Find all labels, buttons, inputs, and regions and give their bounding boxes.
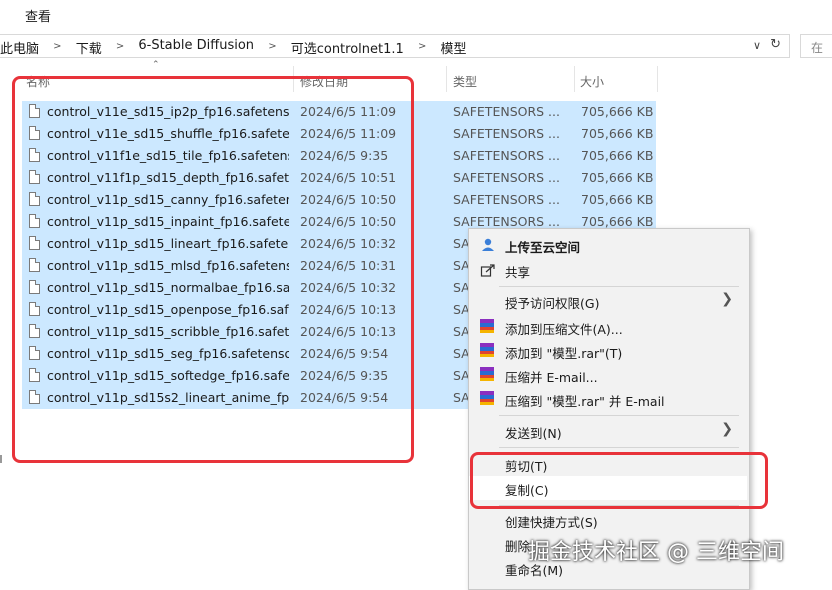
- watermark: 掘金技术社区 @ 三维空间: [528, 540, 784, 565]
- crumb-controlnet[interactable]: 可选controlnet1.1: [291, 38, 404, 57]
- file-size: 705,666 KB: [581, 214, 654, 229]
- crumb-models[interactable]: 模型: [440, 38, 466, 57]
- menu-label: 创建快捷方式(S): [505, 515, 598, 530]
- file-type: SAFETENSORS ...: [453, 148, 560, 163]
- column-divider[interactable]: [574, 66, 575, 92]
- crumb-this-pc[interactable]: 此电脑: [0, 38, 39, 57]
- menu-item-share[interactable]: 共享: [469, 258, 747, 282]
- pane-edge-marker: [0, 455, 2, 463]
- winrar-icon: [480, 343, 496, 359]
- chevron-down-icon[interactable]: ∨: [753, 39, 761, 52]
- menu-label: 添加到压缩文件(A)...: [505, 322, 623, 337]
- file-type: SAFETENSORS ...: [453, 104, 560, 119]
- address-bar[interactable]: 此电脑 > 下载 > 6-Stable Diffusion > 可选contro…: [0, 34, 790, 58]
- menu-label: 删除: [505, 539, 531, 554]
- file-type: SAFETENSORS ...: [453, 126, 560, 141]
- menu-item-grant-access[interactable]: 授予访问权限(G) ❯: [469, 289, 747, 313]
- breadcrumb: 此电脑 > 下载 > 6-Stable Diffusion > 可选contro…: [0, 38, 466, 57]
- chevron-right-icon[interactable]: >: [418, 38, 426, 55]
- menu-label: 发送到(N): [505, 426, 562, 441]
- search-input[interactable]: 在: [800, 34, 832, 58]
- menu-item-upload-cloud[interactable]: 上传至云空间: [469, 233, 747, 257]
- column-header-type[interactable]: 类型: [453, 73, 477, 90]
- search-placeholder: 在: [811, 41, 824, 55]
- menu-item-add-rar[interactable]: 添加到 "模型.rar"(T): [469, 339, 747, 363]
- file-size: 705,666 KB: [581, 192, 654, 207]
- file-size: 705,666 KB: [581, 104, 654, 119]
- file-size: 705,666 KB: [581, 126, 654, 141]
- menu-separator: [499, 286, 739, 287]
- menu-label: 授予访问权限(G): [505, 296, 600, 311]
- menu-label: 上传至云空间: [505, 240, 581, 255]
- menu-label: 添加到 "模型.rar"(T): [505, 346, 623, 361]
- chevron-right-icon: ❯: [721, 421, 733, 437]
- menu-item-add-archive[interactable]: 添加到压缩文件(A)...: [469, 315, 747, 339]
- menu-item-compress-email[interactable]: 压缩并 E-mail...: [469, 363, 747, 387]
- winrar-icon: [480, 367, 496, 383]
- menu-label: 压缩并 E-mail...: [505, 370, 598, 385]
- column-header-size[interactable]: 大小: [580, 73, 604, 90]
- highlight-box-cut-copy: [470, 452, 768, 509]
- highlight-box-files: [12, 76, 414, 463]
- crumb-downloads[interactable]: 下载: [76, 38, 102, 57]
- chevron-right-icon[interactable]: >: [53, 38, 61, 55]
- column-divider[interactable]: [657, 66, 658, 92]
- winrar-icon: [480, 391, 496, 407]
- menu-item-send-to[interactable]: 发送到(N) ❯: [469, 419, 747, 443]
- share-icon: [480, 262, 496, 278]
- file-type: SAFETENSORS ...: [453, 170, 560, 185]
- crumb-stable-diffusion[interactable]: 6-Stable Diffusion: [138, 38, 254, 53]
- file-type: SAFETENSORS ...: [453, 214, 560, 229]
- menu-bar: 查看: [0, 0, 832, 30]
- menu-separator: [499, 415, 739, 416]
- menu-label: 共享: [505, 265, 531, 280]
- menu-item-compress-rar-email[interactable]: 压缩到 "模型.rar" 并 E-mail: [469, 387, 747, 411]
- column-divider[interactable]: [446, 66, 447, 92]
- menu-label: 压缩到 "模型.rar" 并 E-mail: [505, 394, 665, 409]
- menu-separator: [499, 447, 739, 448]
- chevron-right-icon[interactable]: >: [268, 38, 276, 55]
- file-size: 705,666 KB: [581, 170, 654, 185]
- winrar-icon: [480, 319, 496, 335]
- file-type: SAFETENSORS ...: [453, 192, 560, 207]
- file-size: 705,666 KB: [581, 148, 654, 163]
- chevron-right-icon: ❯: [721, 291, 733, 307]
- cloud-upload-icon: [480, 237, 496, 253]
- menu-view[interactable]: 查看: [25, 6, 51, 25]
- menu-item-create-shortcut[interactable]: 创建快捷方式(S): [469, 508, 747, 532]
- refresh-icon[interactable]: ↻: [770, 37, 781, 52]
- chevron-right-icon[interactable]: >: [116, 38, 124, 55]
